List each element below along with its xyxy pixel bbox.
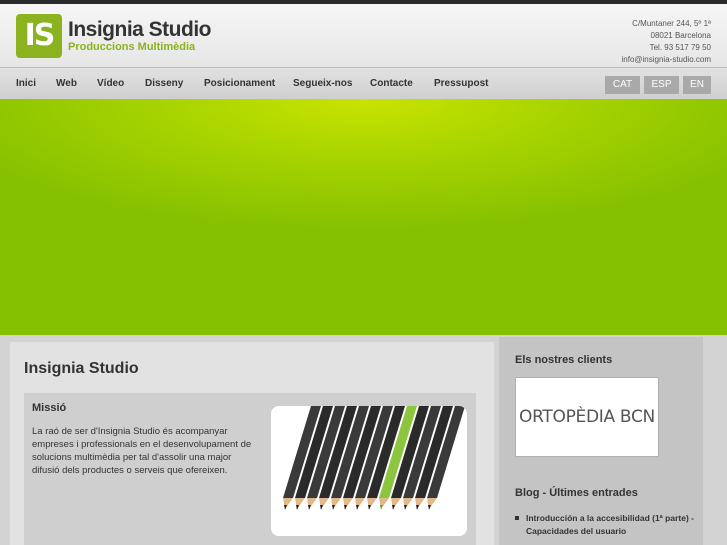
nav-item-segueix-nos[interactable]: Segueix-nos [293,78,352,89]
page-title: Insignia Studio [24,360,139,377]
blog-title: Blog - Últimes entrades [515,487,638,499]
content-panel: Insignia Studio Missió La raó de ser d'I… [10,342,494,545]
bullet-icon [515,516,519,520]
lang-cat-button[interactable]: CAT [605,76,640,94]
contact-address: C/Muntaner 244, 5º 1ª 08021 Barcelona Te… [622,18,712,66]
nav-item-web[interactable]: Web [56,78,77,89]
nav-item-pressupost[interactable]: Pressupost [434,78,488,89]
main-nav: Inici Web Vídeo Disseny Posicionament Se… [0,67,727,99]
logo-name[interactable]: Insignia Studio [68,18,212,42]
client-logo: ORTOPÈDIA BCN [519,407,655,427]
lang-esp-button[interactable]: ESP [644,76,679,94]
clients-title: Els nostres clients [515,354,613,366]
address-street: C/Muntaner 244, 5º 1ª [632,19,711,28]
blog-entry-link[interactable]: Introducción a la accesibilidad (1ª part… [515,512,695,538]
nav-item-contacte[interactable]: Contacte [370,78,413,89]
address-city: 08021 Barcelona [650,31,712,40]
right-margin [703,335,727,545]
mission-box: Missió La raó de ser d'Insignia Studio é… [24,393,476,545]
site-header: IS Insignia Studio Produccions Multimèdi… [0,4,727,67]
phone-number: Tel. 93 517 79 50 [649,43,711,52]
client-logo-box[interactable]: ORTOPÈDIA BCN [515,377,659,457]
main-area: Insignia Studio Missió La raó de ser d'I… [0,335,727,545]
logo-mark[interactable]: IS [16,14,62,58]
nav-item-posicionament[interactable]: Posicionament [204,78,275,89]
nav-item-inici[interactable]: Inici [16,78,36,89]
mission-title: Missió [32,402,67,414]
pencils-image [271,406,467,536]
email-link[interactable]: info@insignia-studio.com [622,54,712,66]
lang-en-button[interactable]: EN [683,76,711,94]
nav-item-disseny[interactable]: Disseny [145,78,183,89]
mission-text: La raó de ser d'Insignia Studio és acomp… [32,426,252,476]
blog-entry-text: Introducción a la accesibilidad (1ª part… [526,513,694,536]
sidebar: Els nostres clients ORTOPÈDIA BCN Blog -… [499,337,703,545]
nav-item-video[interactable]: Vídeo [97,78,124,89]
logo-tagline: Produccions Multimèdia [68,41,196,53]
hero-banner [0,99,727,335]
